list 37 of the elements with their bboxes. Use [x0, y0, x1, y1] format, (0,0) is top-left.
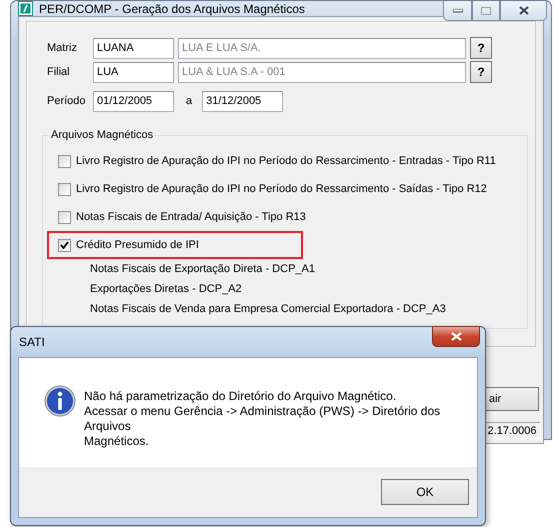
dialog-title: SATI [19, 335, 45, 349]
maximize-icon [481, 6, 491, 14]
checkbox-label: Notas Fiscais de Entrada/ Aquisição - Tipo R13 [76, 211, 306, 223]
field-label: Matriz [47, 42, 78, 54]
lookup-button[interactable]: ? [470, 61, 492, 83]
range-separator: a [186, 95, 192, 107]
dialog-message: Não há parametrização do Diretório do Arquivo Magnético. Acessar o menu Gerência -> Administração (PWS) -> Diretório dos Arquivos Magnéticos. [84, 389, 440, 450]
checkbox-label: Crédito Presumido de IPI [76, 239, 199, 251]
file-type-label: Notas Fiscais de Exportação Direta - DCP_A1 [90, 262, 316, 277]
file-type-label: Notas Fiscais de Venda para Empresa Comercial Exportadora - DCP_A3 [90, 302, 447, 317]
close-icon [518, 6, 528, 15]
minimize-icon [452, 8, 462, 12]
field-label: Filial [47, 66, 71, 78]
close-icon [450, 332, 462, 341]
info-icon [44, 385, 76, 417]
window-title: PER/DCOMP - Geração dos Arquivos Magnéticos [39, 2, 305, 16]
date-field[interactable]: 31/12/2005 [202, 90, 284, 112]
code-field[interactable]: LUANA [93, 38, 174, 58]
lookup-button[interactable]: ? [470, 37, 492, 59]
checkbox[interactable] [58, 210, 71, 224]
checkbox[interactable] [58, 154, 71, 168]
field-label: Período [47, 95, 87, 107]
checkbox[interactable] [58, 238, 71, 252]
file-type-label: Exportações Diretas - DCP_A2 [90, 282, 243, 297]
code-field[interactable]: LUA [93, 62, 174, 82]
name-field[interactable]: LUA E LUA S/A. [178, 38, 466, 58]
name-field[interactable]: LUA & LUA S.A - 001 [178, 62, 466, 82]
close-button[interactable] [500, 1, 547, 21]
app-icon [18, 1, 33, 16]
checkbox[interactable] [58, 182, 71, 196]
close-button[interactable] [432, 326, 480, 347]
checkbox-label: Livro Registro de Apuração do IPI no Período do Ressarcimento - Entradas - Tipo R11 [76, 155, 496, 167]
minimize-button[interactable] [443, 1, 472, 21]
checkbox-label: Livro Registro de Apuração do IPI no Período do Ressarcimento - Saídas - Tipo R12 [76, 183, 487, 195]
date-field[interactable]: 01/12/2005 [93, 90, 174, 112]
group-title: Arquivos Magnéticos [50, 129, 154, 141]
ok-button[interactable]: OK [381, 479, 469, 505]
